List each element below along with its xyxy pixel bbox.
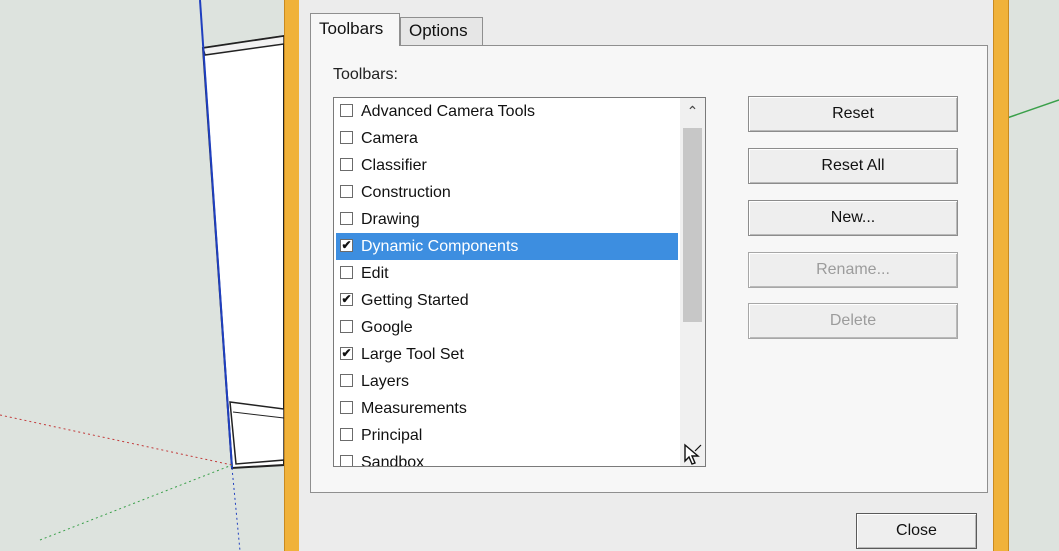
close-button[interactable]: Close xyxy=(856,513,977,549)
list-item[interactable]: Measurements xyxy=(336,395,678,422)
list-item-label: Construction xyxy=(361,184,451,201)
toolbars-list-label: Toolbars: xyxy=(333,66,398,83)
list-item-label: Camera xyxy=(361,130,418,147)
dialog-border-left xyxy=(284,0,300,551)
rename-button[interactable]: Rename... xyxy=(748,252,958,288)
checkbox-checked[interactable]: ✔ xyxy=(340,293,353,306)
list-item-label: Dynamic Components xyxy=(361,238,519,255)
dialog-border-right xyxy=(993,0,1009,551)
checkbox-checked[interactable]: ✔ xyxy=(340,239,353,252)
list-item[interactable]: ✔ Large Tool Set xyxy=(336,341,678,368)
list-item-label: Large Tool Set xyxy=(361,346,464,363)
list-item-label: Advanced Camera Tools xyxy=(361,103,536,120)
list-item[interactable]: Google xyxy=(336,314,678,341)
checkbox[interactable] xyxy=(340,158,353,171)
list-item[interactable]: ✔ Dynamic Components xyxy=(336,233,678,260)
list-item-label: Sandbox xyxy=(361,454,425,467)
list-item-label: Measurements xyxy=(361,400,467,417)
checkbox[interactable] xyxy=(340,374,353,387)
list-item[interactable]: Edit xyxy=(336,260,678,287)
tab-options[interactable]: Options xyxy=(400,17,483,45)
checkbox[interactable] xyxy=(340,185,353,198)
checkbox-checked[interactable]: ✔ xyxy=(340,347,353,360)
list-item[interactable]: Advanced Camera Tools xyxy=(336,98,678,125)
vertical-scrollbar[interactable]: ⌃ xyxy=(680,98,705,466)
delete-button[interactable]: Delete xyxy=(748,303,958,339)
checkbox[interactable] xyxy=(340,320,353,333)
checkbox[interactable] xyxy=(340,401,353,414)
list-item[interactable]: Camera xyxy=(336,125,678,152)
checkbox[interactable] xyxy=(340,266,353,279)
reset-all-button[interactable]: Reset All xyxy=(748,148,958,184)
list-item[interactable]: Drawing xyxy=(336,206,678,233)
list-item[interactable]: Classifier xyxy=(336,152,678,179)
list-item-label: Getting Started xyxy=(361,292,469,309)
list-item[interactable]: ✔ Getting Started xyxy=(336,287,678,314)
list-item[interactable]: Sandbox xyxy=(336,449,678,467)
new-toolbar-button[interactable]: New... xyxy=(748,200,958,236)
checkbox[interactable] xyxy=(340,131,353,144)
reset-button[interactable]: Reset xyxy=(748,96,958,132)
list-item-label: Classifier xyxy=(361,157,427,174)
list-item[interactable]: Construction xyxy=(336,179,678,206)
checkbox[interactable] xyxy=(340,455,353,466)
list-item-label: Edit xyxy=(361,265,389,282)
list-item-label: Principal xyxy=(361,427,423,444)
mouse-pointer-icon xyxy=(684,443,702,465)
chevron-up-icon[interactable]: ⌃ xyxy=(680,98,705,124)
checkbox[interactable] xyxy=(340,212,353,225)
list-item-label: Layers xyxy=(361,373,410,390)
checkbox[interactable] xyxy=(340,104,353,117)
list-item[interactable]: Layers xyxy=(336,368,678,395)
scroll-thumb[interactable] xyxy=(683,128,702,322)
checkbox[interactable] xyxy=(340,428,353,441)
toolbars-listbox[interactable]: Advanced Camera Tools Camera Classifier Con… xyxy=(333,97,706,467)
list-item-label: Google xyxy=(361,319,413,336)
list-item-label: Drawing xyxy=(361,211,420,228)
list-item[interactable]: Principal xyxy=(336,422,678,449)
tab-toolbars[interactable]: Toolbars xyxy=(310,13,400,46)
